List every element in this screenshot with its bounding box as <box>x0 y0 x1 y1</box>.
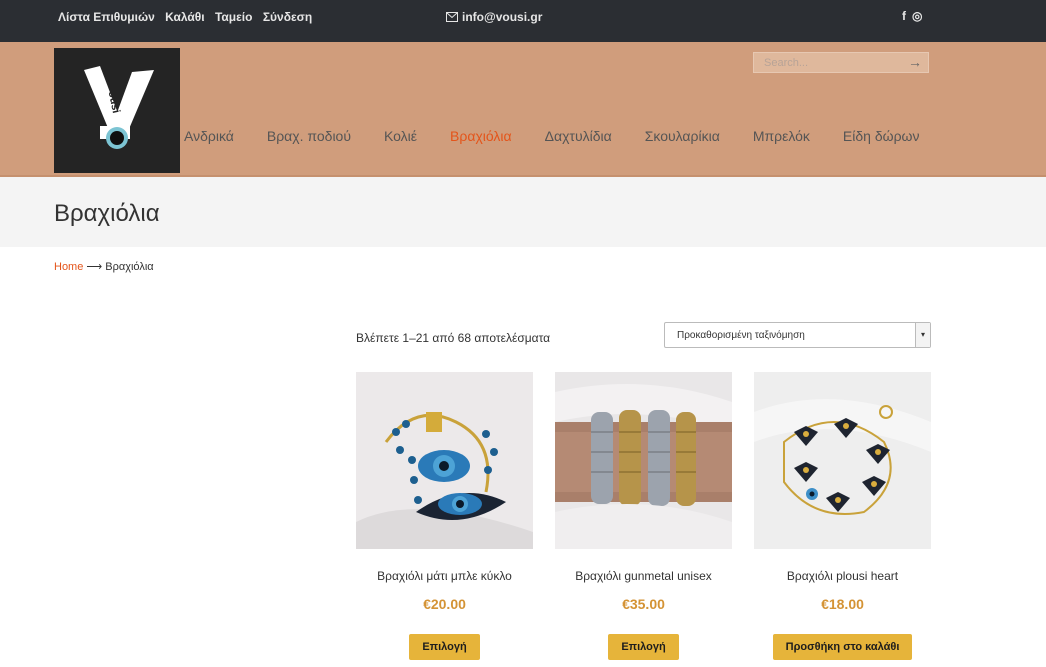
search-input[interactable] <box>754 53 922 72</box>
nav-item-gifts[interactable]: Είδη δώρων <box>843 128 920 144</box>
logo[interactable]: ousi <box>54 48 180 173</box>
top-bar: Λίστα Επιθυμιών Καλάθι Ταμείο Σύνδεση in… <box>0 0 1046 42</box>
page-title-bar: Βραχιόλια <box>0 177 1046 247</box>
product-price: €20.00 <box>423 596 466 612</box>
instagram-icon[interactable]: ◎ <box>912 9 922 23</box>
site-header: ousi → Ανδρικά Βραχ. ποδιού Κολιέ Βραχιό… <box>0 42 1046 177</box>
breadcrumb-home-link[interactable]: Home <box>54 261 83 273</box>
social-links: f ◎ <box>902 9 922 23</box>
nav-item-necklaces[interactable]: Κολιέ <box>384 128 417 144</box>
product-card: Βραχιόλι plousi heart €18.00 Προσθήκη στ… <box>754 372 931 660</box>
results-count: Βλέπετε 1–21 από 68 αποτελέσματα <box>356 331 551 345</box>
email-text: info@vousi.gr <box>462 10 543 24</box>
top-link-cart[interactable]: Καλάθι <box>165 10 205 24</box>
product-card: Βραχιόλι μάτι μπλε κύκλο €20.00 Επιλογή <box>356 372 533 660</box>
search-arrow-icon[interactable]: → <box>908 54 922 70</box>
nav-item-rings[interactable]: Δαχτυλίδια <box>545 128 612 144</box>
nav-item-bracelets[interactable]: Βραχιόλια <box>450 128 512 144</box>
nav-item-earrings[interactable]: Σκουλαρίκια <box>645 128 720 144</box>
product-image[interactable] <box>356 372 533 549</box>
logo-mark: ousi <box>84 66 154 149</box>
top-link-login[interactable]: Σύνδεση <box>263 10 312 24</box>
chevron-down-icon[interactable]: ▾ <box>915 323 930 347</box>
product-card: Βραχιόλι gunmetal unisex €35.00 Επιλογή <box>555 372 732 660</box>
facebook-icon[interactable]: f <box>902 9 906 23</box>
select-options-button[interactable]: Επιλογή <box>608 634 679 660</box>
top-link-wishlist[interactable]: Λίστα Επιθυμιών <box>58 10 155 24</box>
product-name[interactable]: Βραχιόλι gunmetal unisex <box>555 569 732 583</box>
top-link-checkout[interactable]: Ταμείο <box>215 10 253 24</box>
product-image[interactable] <box>555 372 732 549</box>
product-name[interactable]: Βραχιόλι plousi heart <box>754 569 931 583</box>
select-options-button[interactable]: Επιλογή <box>409 634 480 660</box>
sort-select[interactable]: Προκαθορισμένη ταξινόμηση ▾ <box>664 322 931 348</box>
product-price: €35.00 <box>622 596 665 612</box>
breadcrumb-current: Βραχιόλια <box>105 261 154 273</box>
nav-item-anklets[interactable]: Βραχ. ποδιού <box>267 128 351 144</box>
add-to-cart-button[interactable]: Προσθήκη στο καλάθι <box>772 634 913 660</box>
nav-item-mens[interactable]: Ανδρικά <box>184 128 234 144</box>
search-box: → <box>753 52 929 73</box>
nav-item-keychains[interactable]: Μπρελόκ <box>753 128 810 144</box>
product-name[interactable]: Βραχιόλι μάτι μπλε κύκλο <box>356 569 533 583</box>
top-links: Λίστα Επιθυμιών Καλάθι Ταμείο Σύνδεση <box>58 10 319 24</box>
email-link[interactable]: info@vousi.gr <box>446 10 542 24</box>
product-price: €18.00 <box>821 596 864 612</box>
sort-value: Προκαθορισμένη ταξινόμηση <box>677 330 805 341</box>
main-nav: Ανδρικά Βραχ. ποδιού Κολιέ Βραχιόλια Δαχ… <box>184 128 952 144</box>
product-image[interactable] <box>754 372 931 549</box>
breadcrumb-separator: ⟶ <box>86 261 103 273</box>
breadcrumb: Home ⟶ Βραχιόλια <box>54 260 154 273</box>
page-title: Βραχιόλια <box>54 200 160 227</box>
envelope-icon <box>446 12 458 22</box>
